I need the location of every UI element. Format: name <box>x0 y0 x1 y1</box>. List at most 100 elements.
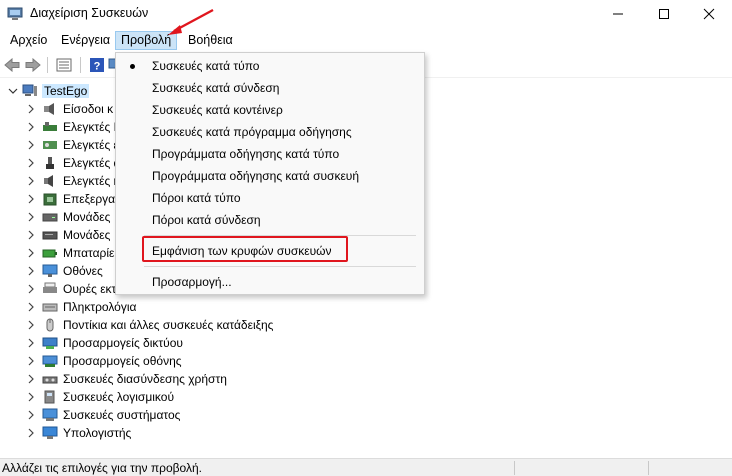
mouse-icon <box>46 318 54 332</box>
menu-item-label: Προγράμματα οδήγησης κατά τύπο <box>152 147 340 161</box>
tree-category-label: Πληκτρολόγια <box>63 300 137 314</box>
chevron-right-icon[interactable] <box>26 284 36 294</box>
toolbar-separator <box>47 57 48 73</box>
chevron-right-icon[interactable] <box>26 320 36 330</box>
tree-root-label: TestEgo <box>42 84 90 98</box>
storage-controller-icon <box>43 141 57 149</box>
selected-bullet-icon <box>130 64 135 69</box>
tree-category-label: Ουρές εκτ <box>63 282 117 296</box>
computer-icon <box>42 426 58 439</box>
processor-icon <box>43 193 57 206</box>
menu-separator <box>144 266 416 267</box>
printer-queue-icon <box>43 282 57 293</box>
tree-category-label: Μονάδες <box>63 228 111 242</box>
chevron-right-icon[interactable] <box>26 356 36 366</box>
tree-category-label: Μονάδες <box>63 210 111 224</box>
menu-file[interactable]: Αρχείο <box>5 31 52 50</box>
chevron-right-icon[interactable] <box>26 212 36 222</box>
hid-icon <box>42 376 58 384</box>
menu-action[interactable]: Ενέργεια <box>56 31 115 50</box>
tree-category-label: Συσκευές συστήματος <box>63 408 181 422</box>
menu-item-label: Συσκευές κατά τύπο <box>152 59 260 73</box>
tree-category[interactable]: Προσαρμογείς οθόνης <box>0 352 732 370</box>
maximize-button[interactable] <box>641 0 687 28</box>
bluetooth-controller-icon <box>43 122 57 131</box>
view-devices-by-driver[interactable]: Συσκευές κατά πρόγραμμα οδήγησης <box>116 121 424 143</box>
menu-bar: Αρχείο Ενέργεια Προβολή Βοήθεια <box>0 28 732 52</box>
tree-category-label: Ελεγκτές Ι <box>63 120 117 134</box>
tree-category-label: Ελεγκτές η <box>63 174 121 188</box>
tree-category-label: Υπολογιστής <box>63 426 132 440</box>
display-adapter-icon <box>42 355 58 367</box>
chevron-right-icon[interactable] <box>26 410 36 420</box>
chevron-right-icon[interactable] <box>26 374 36 384</box>
view-drivers-by-type[interactable]: Προγράμματα οδήγησης κατά τύπο <box>116 143 424 165</box>
help-button[interactable]: ? <box>88 56 106 74</box>
tree-category-label: Μπαταρίε <box>63 246 115 260</box>
tree-category[interactable]: Προσαρμογείς δικτύου <box>0 334 732 352</box>
tree-category[interactable]: Συσκευές συστήματος <box>0 406 732 424</box>
customize-view[interactable]: Προσαρμογή... <box>116 271 424 293</box>
chevron-right-icon[interactable] <box>26 176 36 186</box>
chevron-right-icon[interactable] <box>26 122 36 132</box>
status-bar: Αλλάζει τις επιλογές για την προβολή. <box>0 458 732 476</box>
chevron-right-icon[interactable] <box>26 140 36 150</box>
view-resources-by-type[interactable]: Πόροι κατά τύπο <box>116 187 424 209</box>
tree-category[interactable]: Συσκευές διασύνδεσης χρήστη <box>0 370 732 388</box>
chevron-down-icon[interactable] <box>8 86 18 96</box>
tree-category[interactable]: Συσκευές λογισμικού <box>0 388 732 406</box>
audio-controller-icon <box>44 175 53 187</box>
audio-input-icon <box>44 103 54 115</box>
tree-category-label: Συσκευές διασύνδεσης χρήστη <box>63 372 227 386</box>
view-devices-by-connection[interactable]: Συσκευές κατά σύνδεση <box>116 77 424 99</box>
tree-category-label: Ελεγκτές ε <box>63 138 119 152</box>
chevron-right-icon[interactable] <box>26 392 36 402</box>
view-devices-by-container[interactable]: Συσκευές κατά κοντέινερ <box>116 99 424 121</box>
svg-text:?: ? <box>94 61 101 73</box>
status-panel <box>514 461 515 475</box>
chevron-right-icon[interactable] <box>26 338 36 348</box>
forward-button[interactable] <box>24 56 42 74</box>
help-icon: ? <box>90 58 104 73</box>
back-button[interactable] <box>3 56 21 74</box>
device-manager-icon <box>7 7 23 20</box>
chevron-right-icon[interactable] <box>26 248 36 258</box>
back-arrow-icon <box>4 58 20 72</box>
tree-category-label: Οθόνες <box>63 264 103 278</box>
tree-category-label: Ελεγκτές α <box>63 156 121 170</box>
menu-item-label: Πόροι κατά σύνδεση <box>152 213 261 227</box>
menu-item-label: Συσκευές κατά κοντέινερ <box>152 103 283 117</box>
tree-category[interactable]: Υπολογιστής <box>0 424 732 442</box>
window-title: Διαχείριση Συσκευών <box>30 6 149 20</box>
toolbar-separator <box>80 57 81 73</box>
monitor-icon <box>42 264 58 277</box>
close-icon <box>703 8 715 20</box>
tree-category-label: Προσαρμογείς δικτύου <box>63 336 183 350</box>
chevron-right-icon[interactable] <box>26 302 36 312</box>
keyboard-icon <box>42 303 58 312</box>
chevron-right-icon[interactable] <box>26 194 36 204</box>
chevron-right-icon[interactable] <box>26 104 36 114</box>
forward-arrow-icon <box>25 58 41 72</box>
close-button[interactable] <box>686 0 732 28</box>
tree-category-label: Επεξεργασ <box>63 192 123 206</box>
view-devices-by-type[interactable]: Συσκευές κατά τύπο <box>116 55 424 77</box>
tree-category-label: Είσοδοι κ <box>63 102 114 116</box>
chevron-right-icon[interactable] <box>26 158 36 168</box>
view-resources-by-connection[interactable]: Πόροι κατά σύνδεση <box>116 209 424 231</box>
disk-drive-icon <box>42 213 58 222</box>
title-bar: Διαχείριση Συσκευών <box>0 0 732 28</box>
system-device-icon <box>42 408 58 421</box>
view-drivers-by-device[interactable]: Προγράμματα οδήγησης κατά συσκευή <box>116 165 424 187</box>
tree-category-label: Ποντίκια και άλλες συσκευές κατάδειξης <box>63 318 274 332</box>
minimize-button[interactable] <box>595 0 641 28</box>
chevron-right-icon[interactable] <box>26 230 36 240</box>
tree-category[interactable]: Πληκτρολόγια <box>0 298 732 316</box>
menu-item-label: Προσαρμογή... <box>152 275 232 289</box>
annotation-highlight-box <box>142 236 348 262</box>
chevron-right-icon[interactable] <box>26 266 36 276</box>
tree-category-label: Συσκευές λογισμικού <box>63 390 174 404</box>
tree-category[interactable]: Ποντίκια και άλλες συσκευές κατάδειξης <box>0 316 732 334</box>
properties-button[interactable] <box>55 56 73 74</box>
chevron-right-icon[interactable] <box>26 428 36 438</box>
